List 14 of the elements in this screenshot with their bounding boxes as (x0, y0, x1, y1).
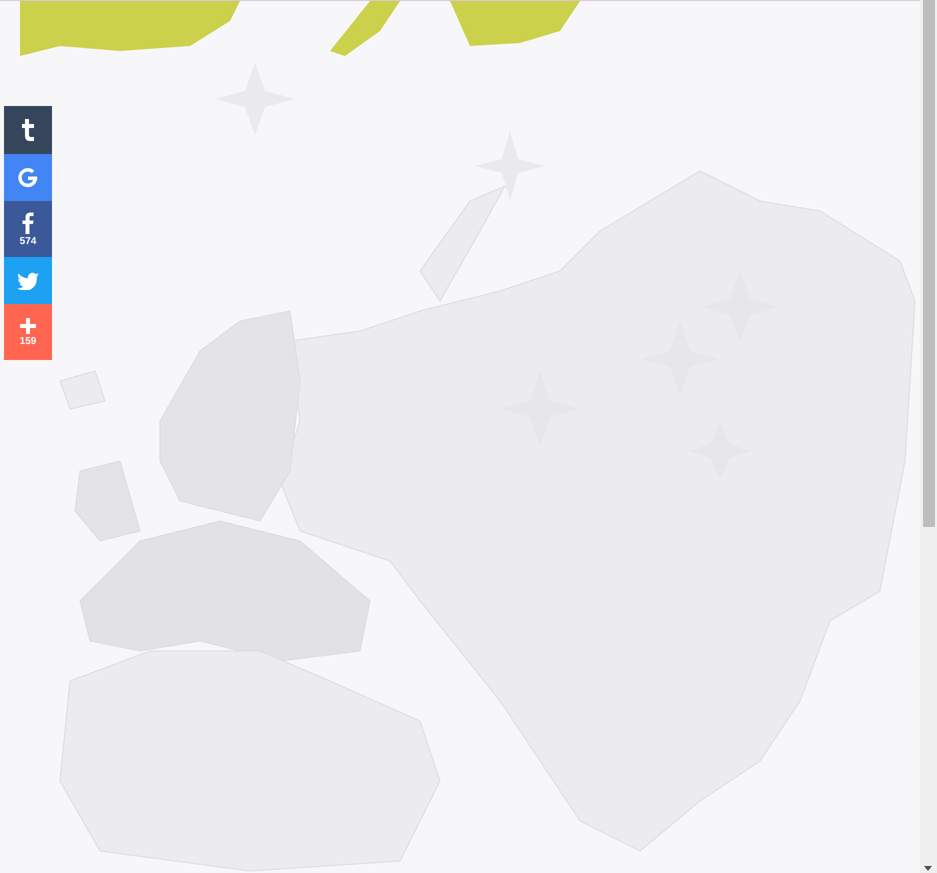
google-g-icon (17, 166, 39, 188)
bird-icon (17, 272, 39, 290)
facebook-f-icon (22, 212, 34, 234)
scrollbar[interactable] (920, 0, 937, 873)
scroll-down-icon[interactable] (924, 866, 932, 871)
plus-icon (20, 318, 36, 334)
facebook-button[interactable]: 574 (4, 201, 52, 257)
scrollbar-thumb[interactable] (923, 0, 935, 527)
share-count: 574 (20, 236, 36, 246)
google-button[interactable] (4, 154, 52, 201)
tumblr-button[interactable] (4, 106, 52, 154)
share-count: 159 (20, 336, 36, 346)
twitter-button[interactable] (4, 257, 52, 304)
tumblr-t-icon (21, 119, 35, 141)
